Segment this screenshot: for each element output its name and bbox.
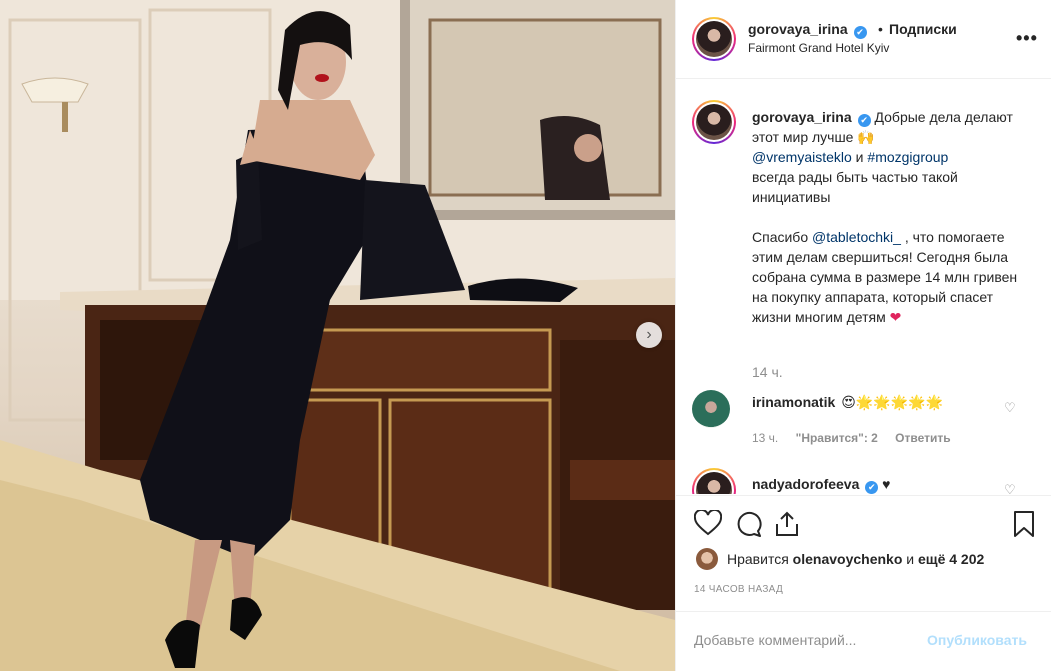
- verified-icon: ✔: [865, 481, 879, 494]
- instagram-post: › gorovaya_irina ✔ • Подписки Fairmont G…: [0, 0, 1051, 671]
- caption-thanks-pre: Спасибо: [752, 229, 812, 245]
- comment-avatar-irinamonatik[interactable]: [692, 390, 730, 428]
- liker-avatar[interactable]: [696, 548, 718, 570]
- comment-meta: 13 ч. "Нравится": 2 Ответить: [752, 431, 965, 445]
- comment-like-heart-icon[interactable]: ♡: [1004, 400, 1016, 416]
- comment-avatar-nadyadorofeeva[interactable]: [692, 468, 736, 494]
- comment-text: ♥: [882, 476, 891, 492]
- comment-username[interactable]: irinamonatik: [752, 394, 835, 410]
- comment-bubble-icon[interactable]: [734, 510, 762, 541]
- post-timestamp[interactable]: 14 ЧАСОВ НАЗАД: [694, 584, 783, 595]
- author-avatar[interactable]: [692, 17, 736, 61]
- comment-text: 😍🌟🌟🌟🌟🌟: [841, 394, 944, 410]
- mention-vremyaisteklo[interactable]: @vremyaisteklo: [752, 149, 852, 165]
- caption-and: и: [851, 149, 868, 165]
- reply-button[interactable]: Ответить: [895, 431, 950, 445]
- comment-like-heart-icon[interactable]: ♡: [1004, 482, 1016, 494]
- caption-username[interactable]: gorovaya_irina: [752, 109, 852, 125]
- author-username-text[interactable]: gorovaya_irina: [748, 21, 848, 37]
- action-bar: [676, 495, 1051, 551]
- likes-count[interactable]: ещё 4 202: [918, 551, 984, 567]
- likes-middle: и: [902, 551, 918, 567]
- more-options-icon[interactable]: •••: [1016, 28, 1038, 49]
- comment-username[interactable]: nadyadorofeeva: [752, 476, 859, 492]
- header-separator: •: [878, 21, 883, 37]
- comment-input[interactable]: Добавьте комментарий...: [694, 632, 856, 648]
- following-button[interactable]: Подписки: [889, 21, 957, 37]
- comment-time[interactable]: 13 ч.: [752, 431, 778, 445]
- share-icon[interactable]: [774, 510, 800, 541]
- add-comment-bar: Добавьте комментарий... Опубликовать: [676, 611, 1051, 671]
- location-link[interactable]: Fairmont Grand Hotel Kyiv: [748, 41, 889, 55]
- comment-irinamonatik: irinamonatik 😍🌟🌟🌟🌟🌟: [752, 394, 943, 411]
- caption-line2: всегда рады быть частью такой инициативы: [752, 169, 958, 205]
- like-heart-icon[interactable]: [693, 508, 723, 539]
- caption-author-avatar[interactable]: [692, 100, 736, 144]
- verified-icon: ✔: [857, 114, 871, 127]
- caption-time[interactable]: 14 ч.: [752, 364, 783, 380]
- likes-summary: Нравится olenavoychenko и ещё 4 202: [676, 545, 1051, 575]
- post-header: gorovaya_irina ✔ • Подписки Fairmont Gra…: [676, 0, 1051, 79]
- mention-tabletochki[interactable]: @tabletochki_: [812, 229, 901, 245]
- post-side-panel: gorovaya_irina ✔ • Подписки Fairmont Gra…: [675, 0, 1051, 671]
- comment-nadyadorofeeva: nadyadorofeeva ✔ ♥: [752, 476, 890, 494]
- author-username[interactable]: gorovaya_irina ✔: [748, 21, 867, 39]
- liker-username[interactable]: olenavoychenko: [793, 551, 903, 567]
- verified-icon: ✔: [853, 26, 867, 39]
- bookmark-icon[interactable]: [1012, 510, 1036, 541]
- post-caption: gorovaya_irina ✔ Добрые дела делают этот …: [752, 107, 1022, 327]
- heart-emoji-icon: ❤: [889, 309, 902, 325]
- chevron-right-icon: ›: [646, 326, 652, 343]
- likes-prefix: Нравится: [727, 551, 793, 567]
- post-photo[interactable]: ›: [0, 0, 675, 671]
- hashtag-mozgigroup[interactable]: #mozgigroup: [867, 149, 948, 165]
- likes-text: Нравится olenavoychenko и ещё 4 202: [727, 551, 984, 567]
- publish-button[interactable]: Опубликовать: [927, 632, 1027, 648]
- comment-likes-count[interactable]: "Нравится": 2: [796, 431, 878, 445]
- next-slide-button[interactable]: ›: [636, 322, 662, 348]
- photo-scene: [0, 0, 675, 671]
- comments-list[interactable]: gorovaya_irina ✔ Добрые дела делают этот …: [676, 80, 1051, 494]
